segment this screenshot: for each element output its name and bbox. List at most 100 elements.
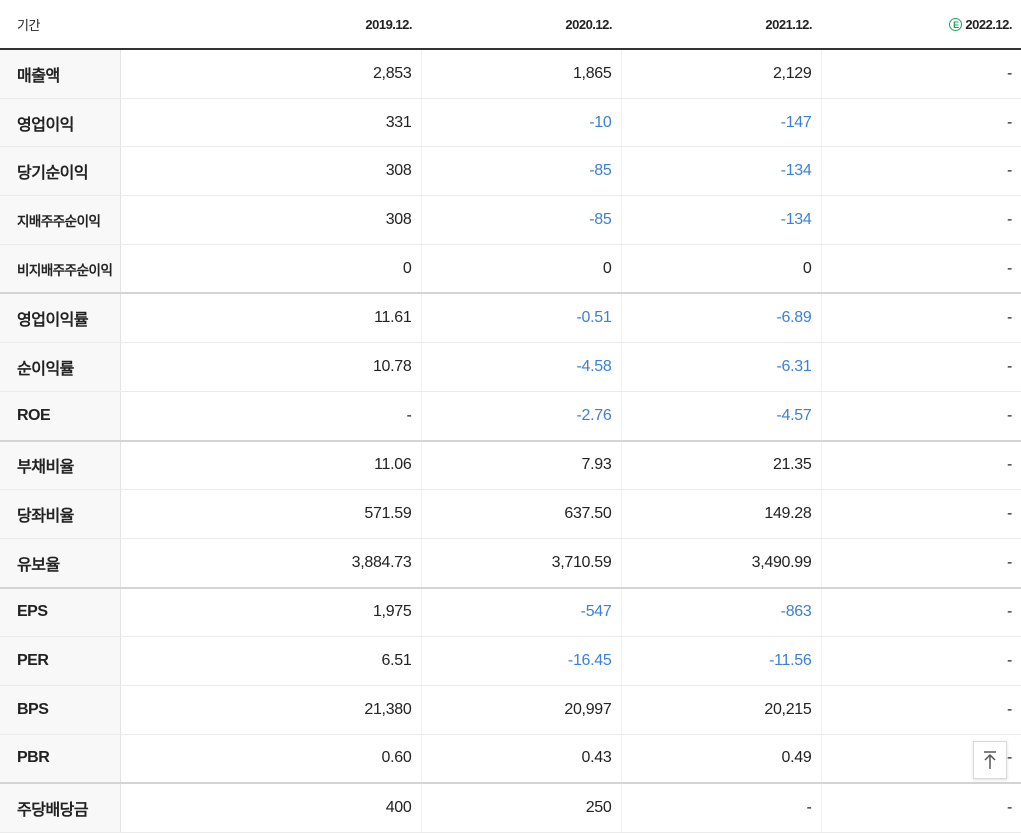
table-cell: 11.06: [119, 440, 421, 491]
table-cell: 21.35: [620, 440, 821, 491]
table-cell: 308: [119, 195, 421, 245]
table-cell: 3,884.73: [119, 538, 421, 589]
row-label: PBR: [0, 734, 121, 785]
table-row: BPS 21,380 20,997 20,215 -: [0, 685, 1021, 735]
table-cell: -: [820, 49, 1021, 99]
table-cell: -2.76: [420, 391, 621, 442]
row-label: 지배주주순이익: [0, 195, 121, 245]
row-label: 순이익률: [0, 342, 121, 392]
row-label: 매출액: [0, 49, 121, 99]
table-cell: -: [820, 146, 1021, 197]
table-cell: 11.61: [119, 293, 421, 344]
table-row: 당좌비율 571.59 637.50 149.28 -: [0, 489, 1021, 539]
table-row: 비지배주주순이익 0 0 0 -: [0, 244, 1021, 295]
row-label: 비지배주주순이익: [0, 244, 121, 295]
table-cell: -: [820, 244, 1021, 295]
table-cell: 331: [119, 98, 421, 148]
table-row: 유보율 3,884.73 3,710.59 3,490.99 -: [0, 538, 1021, 589]
table-cell: 2,853: [119, 49, 421, 99]
table-cell: 0.49: [620, 734, 821, 785]
period-header-2020: 2020.12.: [421, 0, 621, 50]
table-cell: 10.78: [119, 342, 421, 392]
row-label: 당좌비율: [0, 489, 121, 539]
table-cell: -16.45: [420, 636, 621, 686]
table-cell: -: [820, 538, 1021, 589]
table-cell: 20,215: [620, 685, 821, 735]
table-cell: -147: [620, 98, 821, 148]
table-cell: -4.58: [420, 342, 621, 392]
table-cell: -: [820, 342, 1021, 392]
row-label: PER: [0, 636, 121, 686]
table-cell: 2,129: [620, 49, 821, 99]
row-label: BPS: [0, 685, 121, 735]
table-cell: 571.59: [119, 489, 421, 539]
table-cell: -11.56: [620, 636, 821, 686]
table-cell: 7.93: [420, 440, 621, 491]
table-cell: 0.43: [420, 734, 621, 785]
table-cell: -863: [620, 587, 821, 638]
row-label: 영업이익률: [0, 293, 121, 344]
financial-summary-table: 기간 2019.12. 2020.12. 2021.12. E 2022.12. …: [0, 0, 1021, 833]
table-cell: -: [820, 587, 1021, 638]
table-cell: 3,490.99: [620, 538, 821, 589]
table-cell: -: [820, 636, 1021, 686]
table-row: 부채비율 11.06 7.93 21.35 -: [0, 440, 1021, 491]
arrow-up-to-top-icon: [984, 751, 996, 769]
table-row: ROE - -2.76 -4.57 -: [0, 391, 1021, 442]
table-cell: -: [119, 391, 421, 442]
estimate-badge-icon: E: [949, 17, 963, 31]
table-cell: 250: [420, 783, 621, 833]
table-cell: -134: [620, 146, 821, 197]
table-cell: 1,865: [420, 49, 621, 99]
row-label: 당기순이익: [0, 146, 121, 197]
table-row: PBR 0.60 0.43 0.49 -: [0, 734, 1021, 785]
period-header-2021: 2021.12.: [621, 0, 821, 50]
table-cell: -: [820, 98, 1021, 148]
table-cell: 308: [119, 146, 421, 197]
row-label: 부채비율: [0, 440, 121, 491]
table-cell: 3,710.59: [420, 538, 621, 589]
table-cell: -547: [420, 587, 621, 638]
period-header-2019: 2019.12.: [120, 0, 421, 50]
table-cell: -: [620, 783, 821, 833]
table-cell: -: [820, 293, 1021, 344]
table-cell: 637.50: [420, 489, 621, 539]
table-cell: -: [820, 685, 1021, 735]
table-cell: -85: [420, 195, 621, 245]
period-header-2022-label: 2022.12.: [965, 16, 1012, 32]
table-cell: -: [820, 783, 1021, 833]
scroll-to-top-button[interactable]: [973, 741, 1007, 779]
period-header-2022-estimate: E 2022.12.: [821, 0, 1021, 50]
table-row: 매출액 2,853 1,865 2,129 -: [0, 49, 1021, 99]
table-row: 영업이익 331 -10 -147 -: [0, 98, 1021, 148]
table-row: 지배주주순이익 308 -85 -134 -: [0, 195, 1021, 245]
table-row: 영업이익률 11.61 -0.51 -6.89 -: [0, 293, 1021, 344]
table-cell: 20,997: [420, 685, 621, 735]
header-row: 기간 2019.12. 2020.12. 2021.12. E 2022.12.: [0, 0, 1021, 50]
row-label: EPS: [0, 587, 121, 638]
table-cell: 0.60: [119, 734, 421, 785]
table-cell: -85: [420, 146, 621, 197]
table-cell: -10: [420, 98, 621, 148]
table-cell: -: [820, 489, 1021, 539]
table-cell: 0: [620, 244, 821, 295]
table-cell: 1,975: [119, 587, 421, 638]
table-cell: -: [820, 440, 1021, 491]
table-row: PER 6.51 -16.45 -11.56 -: [0, 636, 1021, 686]
row-label: 주당배당금: [0, 783, 121, 833]
table-cell: -0.51: [420, 293, 621, 344]
table-cell: 149.28: [620, 489, 821, 539]
table-cell: -: [820, 195, 1021, 245]
row-label: ROE: [0, 391, 121, 442]
table-cell: -6.89: [620, 293, 821, 344]
table-row: 주당배당금 400 250 - -: [0, 783, 1021, 833]
table-row: EPS 1,975 -547 -863 -: [0, 587, 1021, 638]
table-row: 당기순이익 308 -85 -134 -: [0, 146, 1021, 197]
table-cell: 0: [119, 244, 421, 295]
table-row: 순이익률 10.78 -4.58 -6.31 -: [0, 342, 1021, 392]
table-cell: 0: [420, 244, 621, 295]
table-cell: -6.31: [620, 342, 821, 392]
table-cell: 21,380: [119, 685, 421, 735]
table-cell: -: [820, 391, 1021, 442]
table-cell: 6.51: [119, 636, 421, 686]
